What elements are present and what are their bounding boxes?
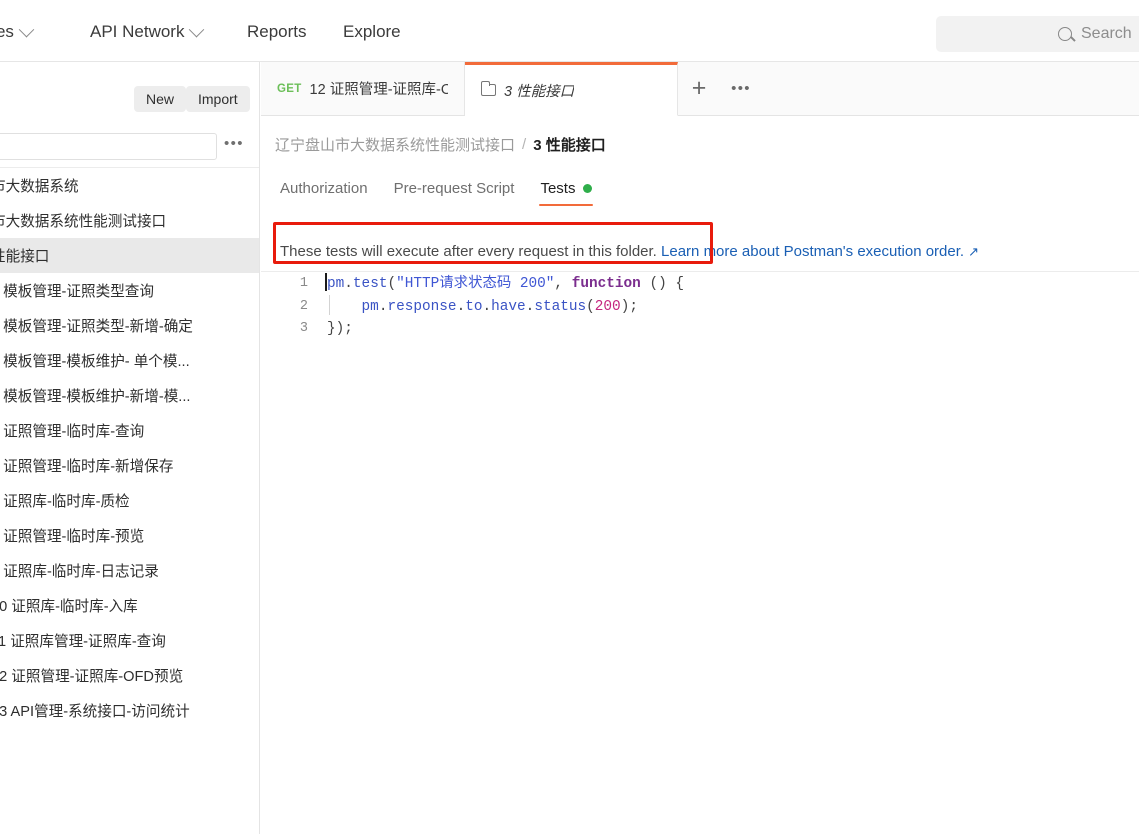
- sidebar-item-label: 8 证照管理-临时库-预览: [0, 529, 145, 545]
- tests-notice-banner-wrap: These tests will execute after every req…: [261, 232, 1139, 272]
- line-number: 2: [299, 298, 308, 314]
- nav-item-reports[interactable]: Reports: [247, 22, 307, 42]
- tab-pre-request-script[interactable]: Pre-request Script: [381, 180, 528, 206]
- sidebar-item-label: 市大数据系统性能测试接口: [0, 214, 167, 230]
- nav-workspaces-label: aces: [0, 22, 14, 41]
- code-line-text[interactable]: pm.test("HTTP请求状态码 200", function () {: [325, 273, 684, 296]
- tab-title-label: 12 证照管理-证照库-OFD预: [309, 82, 448, 98]
- sidebar-item-label: 1 模板管理-证照类型查询: [0, 284, 154, 300]
- search-icon: [1058, 27, 1072, 41]
- sidebar-item-label: 性能接口: [0, 249, 50, 265]
- global-search-input[interactable]: Search: [936, 16, 1139, 52]
- sidebar-filter-row: •••: [0, 124, 259, 168]
- sidebar-item-3[interactable]: 1 模板管理-证照类型查询: [0, 273, 259, 308]
- sidebar-item-10[interactable]: 8 证照管理-临时库-预览: [0, 518, 259, 553]
- sidebar-item-label: 6 证照管理-临时库-新增保存: [0, 459, 174, 475]
- notice-text: These tests will execute after every req…: [280, 243, 657, 260]
- breadcrumb-separator: /: [522, 136, 527, 153]
- sidebar-item-label: 2 模板管理-证照类型-新增-确定: [0, 319, 193, 335]
- import-button[interactable]: Import: [186, 86, 250, 112]
- sidebar-item-14[interactable]: 12 证照管理-证照库-OFD预览: [0, 658, 259, 693]
- request-tab-2[interactable]: 3 性能接口: [465, 62, 678, 116]
- tests-notice-banner: These tests will execute after every req…: [261, 232, 1139, 272]
- line-number: 1: [299, 276, 308, 291]
- nav-reports-label: Reports: [247, 22, 307, 41]
- search-placeholder: Search: [1081, 25, 1132, 42]
- sidebar-item-label: 12 证照管理-证照库-OFD预览: [0, 669, 184, 685]
- top-navigation-bar: aces API Network Reports Explore Search: [0, 0, 1139, 62]
- nav-explore-label: Explore: [343, 22, 401, 41]
- sidebar-item-5[interactable]: 3 模板管理-模板维护- 单个模...: [0, 343, 259, 378]
- line-number: 3: [299, 321, 308, 336]
- new-tab-button[interactable]: +: [678, 62, 720, 115]
- tab-bar-more-button[interactable]: •••: [720, 62, 762, 115]
- nav-api-network-label: API Network: [90, 22, 185, 41]
- nav-item-explore[interactable]: Explore: [343, 22, 401, 42]
- sidebar-item-label: 11 证照库管理-证照库-查询: [0, 634, 166, 650]
- sidebar-filter-input[interactable]: [0, 133, 217, 160]
- code-line: 3});: [261, 318, 1139, 341]
- indent-guide: [329, 295, 330, 315]
- chevron-down-icon: [189, 21, 205, 37]
- external-link-icon: ↗: [968, 243, 979, 259]
- folder-sub-tabs: Authorization Pre-request Script Tests: [275, 180, 605, 206]
- text-cursor: [325, 273, 327, 291]
- sidebar-item-6[interactable]: 4 模板管理-模板维护-新增-模...: [0, 378, 259, 413]
- sidebar-item-label: 13 API管理-系统接口-访问统计: [0, 704, 190, 720]
- tab-tests[interactable]: Tests: [527, 180, 605, 206]
- tab-authorization-label: Authorization: [280, 180, 368, 197]
- tab-pre-request-script-label: Pre-request Script: [393, 180, 515, 197]
- sidebar-item-13[interactable]: 11 证照库管理-证照库-查询: [0, 623, 259, 658]
- sidebar-more-options-button[interactable]: •••: [224, 136, 244, 151]
- sidebar-item-label: 4 模板管理-模板维护-新增-模...: [0, 389, 191, 405]
- code-line-text[interactable]: });: [327, 318, 353, 341]
- breadcrumb-current: 3 性能接口: [533, 137, 606, 154]
- sidebar-item-8[interactable]: 6 证照管理-临时库-新增保存: [0, 448, 259, 483]
- sidebar-item-4[interactable]: 2 模板管理-证照类型-新增-确定: [0, 308, 259, 343]
- folder-icon: [480, 80, 496, 96]
- sidebar-item-label: 市大数据系统: [0, 179, 79, 195]
- sidebar-collection-list: 市大数据系统市大数据系统性能测试接口性能接口 1 模板管理-证照类型查询 2 模板管…: [0, 168, 259, 728]
- sidebar-actions: New Import: [0, 74, 259, 114]
- tab-authorization[interactable]: Authorization: [275, 180, 381, 206]
- code-line-text[interactable]: pm.response.to.have.status(200);: [327, 296, 638, 319]
- sidebar-item-1[interactable]: 市大数据系统性能测试接口: [0, 203, 259, 238]
- sidebar: New Import ••• 市大数据系统市大数据系统性能测试接口性能接口 1 模…: [0, 62, 260, 834]
- nav-item-api-network[interactable]: API Network: [90, 21, 205, 42]
- sidebar-item-label: 9 证照库-临时库-日志记录: [0, 564, 159, 580]
- sidebar-item-label: 7 证照库-临时库-质检: [0, 494, 130, 510]
- sidebar-item-label: 5 证照管理-临时库-查询: [0, 424, 145, 440]
- tab-tests-label: Tests: [540, 180, 576, 197]
- request-tab-bar: GET 12 证照管理-证照库-OFD预 3 性能接口 + •••: [261, 62, 1139, 116]
- tab-method-label: GET: [277, 82, 302, 95]
- execution-order-link[interactable]: Learn more about Postman's execution ord…: [661, 243, 964, 260]
- sidebar-item-2[interactable]: 性能接口: [0, 238, 259, 273]
- sidebar-item-7[interactable]: 5 证照管理-临时库-查询: [0, 413, 259, 448]
- chevron-down-icon: [18, 21, 35, 37]
- request-tab-1[interactable]: GET 12 证照管理-证照库-OFD预: [261, 62, 465, 115]
- sidebar-item-label: 10 证照库-临时库-入库: [0, 599, 138, 615]
- main-panel: GET 12 证照管理-证照库-OFD预 3 性能接口 + ••• 辽宁盘山市大…: [261, 62, 1139, 834]
- sidebar-item-label: 3 模板管理-模板维护- 单个模...: [0, 354, 190, 370]
- sidebar-item-11[interactable]: 9 证照库-临时库-日志记录: [0, 553, 259, 588]
- code-line: 1 pm.test("HTTP请求状态码 200", function () {: [261, 273, 1139, 296]
- code-line: 2 pm.response.to.have.status(200);: [261, 296, 1139, 319]
- nav-item-workspaces[interactable]: aces: [0, 21, 35, 42]
- new-button[interactable]: New: [134, 86, 187, 112]
- sidebar-item-0[interactable]: 市大数据系统: [0, 168, 259, 203]
- tests-code-editor[interactable]: 1 pm.test("HTTP请求状态码 200", function () {2…: [261, 273, 1139, 834]
- sidebar-item-9[interactable]: 7 证照库-临时库-质检: [0, 483, 259, 518]
- breadcrumb: 辽宁盘山市大数据系统性能测试接口 / 3 性能接口: [275, 134, 606, 155]
- tests-status-dot-icon: [583, 184, 593, 193]
- sidebar-item-12[interactable]: 10 证照库-临时库-入库: [0, 588, 259, 623]
- sidebar-item-15[interactable]: 13 API管理-系统接口-访问统计: [0, 693, 259, 728]
- breadcrumb-parent[interactable]: 辽宁盘山市大数据系统性能测试接口: [275, 134, 515, 155]
- tab-title-label: 3 性能接口: [504, 83, 575, 100]
